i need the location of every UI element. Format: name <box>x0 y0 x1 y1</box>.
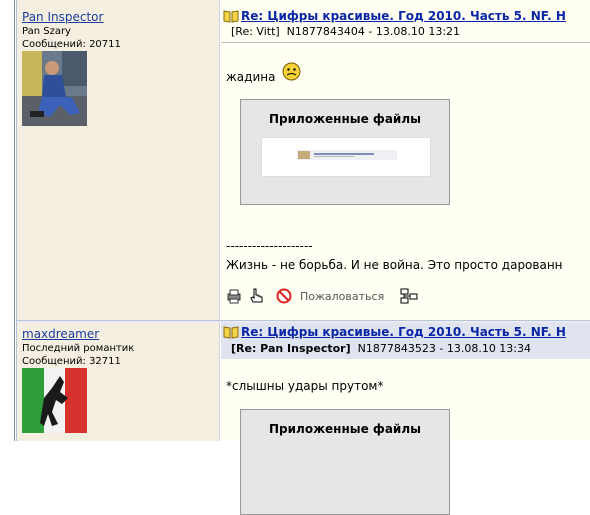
post-title-link[interactable]: Re: Цифры красивые. Год 2010. Часть 5. N… <box>241 9 566 23</box>
author-rank: Pan Szary <box>22 26 71 37</box>
book-icon <box>223 10 239 23</box>
author-link[interactable]: maxdreamer <box>22 327 99 341</box>
hand-pointer-icon[interactable] <box>248 288 264 304</box>
post-content: Re: Цифры красивые. Год 2010. Часть 5. N… <box>221 323 590 515</box>
forum-post: Pan Inspector Pan Szary Сообщений: 20711… <box>17 0 590 320</box>
avatar[interactable] <box>22 368 87 433</box>
print-icon[interactable] <box>226 288 242 304</box>
forum-post: maxdreamer Последний романтик Сообщений:… <box>17 323 590 515</box>
border-line <box>14 0 15 441</box>
author-panel: Pan Inspector Pan Szary Сообщений: 20711 <box>17 0 220 320</box>
signature-divider: -------------------- <box>226 239 313 253</box>
post-meta: [Re: Vitt] N1877843404 - 13.08.10 13:21 <box>231 25 461 38</box>
page-margin <box>0 0 14 441</box>
attachments-box: Приложенные файлы <box>240 99 450 205</box>
author-panel: maxdreamer Последний романтик Сообщений:… <box>17 323 220 441</box>
post-title-link[interactable]: Re: Цифры красивые. Год 2010. Часть 5. N… <box>241 325 566 339</box>
tree-view-icon[interactable] <box>400 288 418 304</box>
attachments-title: Приложенные файлы <box>269 422 421 436</box>
stop-icon[interactable] <box>276 288 292 304</box>
attachment-thumbnail[interactable] <box>261 137 431 177</box>
post-body-text: *слышны удары прутом* <box>226 379 384 393</box>
post-meta: [Re: Pan Inspector] N1877843523 - 13.08.… <box>231 342 532 355</box>
post-body-text: жадина <box>226 70 276 84</box>
author-link[interactable]: Pan Inspector <box>22 10 103 24</box>
post-content: Re: Цифры красивые. Год 2010. Часть 5. N… <box>221 0 590 320</box>
signature-text: Жизнь - не борьба. И не война. Это прост… <box>226 258 563 272</box>
message-count: Сообщений: 20711 <box>22 39 121 50</box>
author-rank: Последний романтик <box>22 343 135 354</box>
attachments-title: Приложенные файлы <box>269 112 421 126</box>
smiley-icon <box>282 62 301 81</box>
book-icon <box>223 326 239 339</box>
message-count: Сообщений: 32711 <box>22 356 121 367</box>
divider <box>221 42 590 43</box>
post-header: Re: Цифры красивые. Год 2010. Часть 5. N… <box>221 8 590 43</box>
attachments-box: Приложенные файлы <box>240 409 450 515</box>
post-header: Re: Цифры красивые. Год 2010. Часть 5. N… <box>221 323 590 359</box>
avatar[interactable] <box>22 51 87 126</box>
complain-link[interactable]: Пожаловаться <box>300 290 384 303</box>
